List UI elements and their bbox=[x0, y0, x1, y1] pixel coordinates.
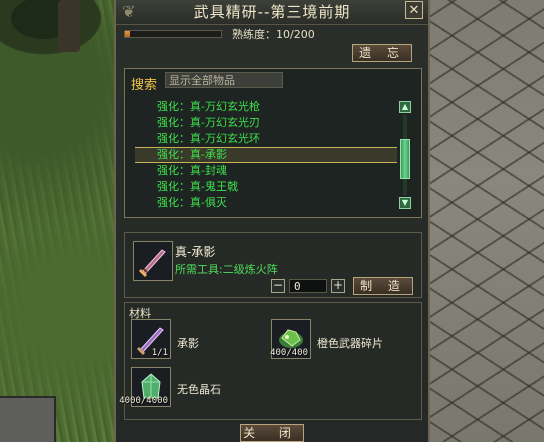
forget-button[interactable]: 遗 忘 bbox=[352, 44, 412, 62]
quantity-input[interactable] bbox=[289, 279, 327, 293]
decrease-quantity-button[interactable]: − bbox=[271, 279, 285, 293]
recipe-item[interactable]: 强化：真-承影 bbox=[135, 147, 397, 163]
close-icon[interactable]: ✕ bbox=[405, 1, 423, 19]
recipe-list-box: 搜索 强化：真-万幻玄光枪强化：真-万幻玄光刃强化：真-万幻玄光环强化：真-承影… bbox=[124, 68, 422, 218]
search-label: 搜索 bbox=[131, 78, 158, 93]
material-count: 1/1 bbox=[151, 348, 168, 358]
search-input[interactable] bbox=[165, 72, 283, 88]
material-name: 橙色武器碎片 bbox=[317, 337, 383, 350]
proficiency-fill bbox=[125, 31, 130, 37]
minimap-corner bbox=[0, 396, 56, 442]
scroll-up-icon[interactable]: ▲ bbox=[399, 101, 411, 113]
shard-icon[interactable]: 400/400 bbox=[270, 319, 311, 359]
required-tool: 所需工具:二级炼火阵 bbox=[175, 263, 278, 276]
title-bar[interactable]: ❦ 武具精研--第三境前期 ✕ bbox=[116, 0, 428, 25]
materials-section: 材料 1/1 承影 400/400 橙色武器碎片 4000/4000 无色晶石 bbox=[119, 302, 422, 420]
material-name: 承影 bbox=[177, 337, 199, 350]
recipe-list: 强化：真-万幻玄光枪 强化：真-万幻玄光刃 强化：真-万幻玄光环 强化：真-承影 强化：… bbox=[135, 99, 397, 215]
material-count: 400/400 bbox=[270, 348, 308, 358]
material-name: 无色晶石 bbox=[177, 383, 221, 396]
grass-area bbox=[0, 0, 122, 442]
scroll-thumb[interactable] bbox=[400, 139, 410, 179]
recipe-name: 真-承影 bbox=[175, 245, 216, 259]
sword-icon[interactable]: 1/1 bbox=[131, 319, 171, 359]
recipe-item[interactable]: 强化：真-万幻玄光枪 bbox=[135, 99, 397, 115]
material-count: 4000/4000 bbox=[119, 396, 168, 406]
sword-icon[interactable] bbox=[133, 241, 173, 281]
recipe-item[interactable]: 强化：真-俱灭 bbox=[135, 195, 397, 211]
scroll-down-icon[interactable]: ▼ bbox=[399, 197, 411, 209]
weapon-refine-panel: ❦ 武具精研--第三境前期 ✕ 熟练度：10/200 遗 忘 搜索 强化：真-万… bbox=[114, 0, 430, 442]
proficiency-bar bbox=[124, 30, 222, 38]
recipe-item[interactable]: 强化：真-万幻玄光刃 bbox=[135, 115, 397, 131]
recipe-item[interactable]: 强化：真-鬼王戟 bbox=[135, 179, 397, 195]
recipe-scrollbar[interactable]: ▲ ▼ bbox=[399, 101, 413, 213]
window-title: 武具精研--第三境前期 bbox=[193, 3, 351, 21]
close-button[interactable]: 关 闭 bbox=[240, 424, 304, 442]
craft-button[interactable]: 制 造 bbox=[353, 277, 413, 295]
increase-quantity-button[interactable]: + bbox=[331, 279, 345, 293]
recipe-detail: 真-承影 所需工具:二级炼火阵 − + 制 造 bbox=[124, 232, 422, 298]
crystal-icon[interactable]: 4000/4000 bbox=[119, 367, 171, 407]
recipe-item[interactable]: 强化：真-万幻玄光环 bbox=[135, 131, 397, 147]
tree bbox=[0, 0, 110, 60]
recipe-item[interactable]: 强化：真-封魂 bbox=[135, 163, 397, 179]
tree-trunk bbox=[58, 0, 80, 52]
proficiency-label: 熟练度：10/200 bbox=[232, 28, 315, 41]
